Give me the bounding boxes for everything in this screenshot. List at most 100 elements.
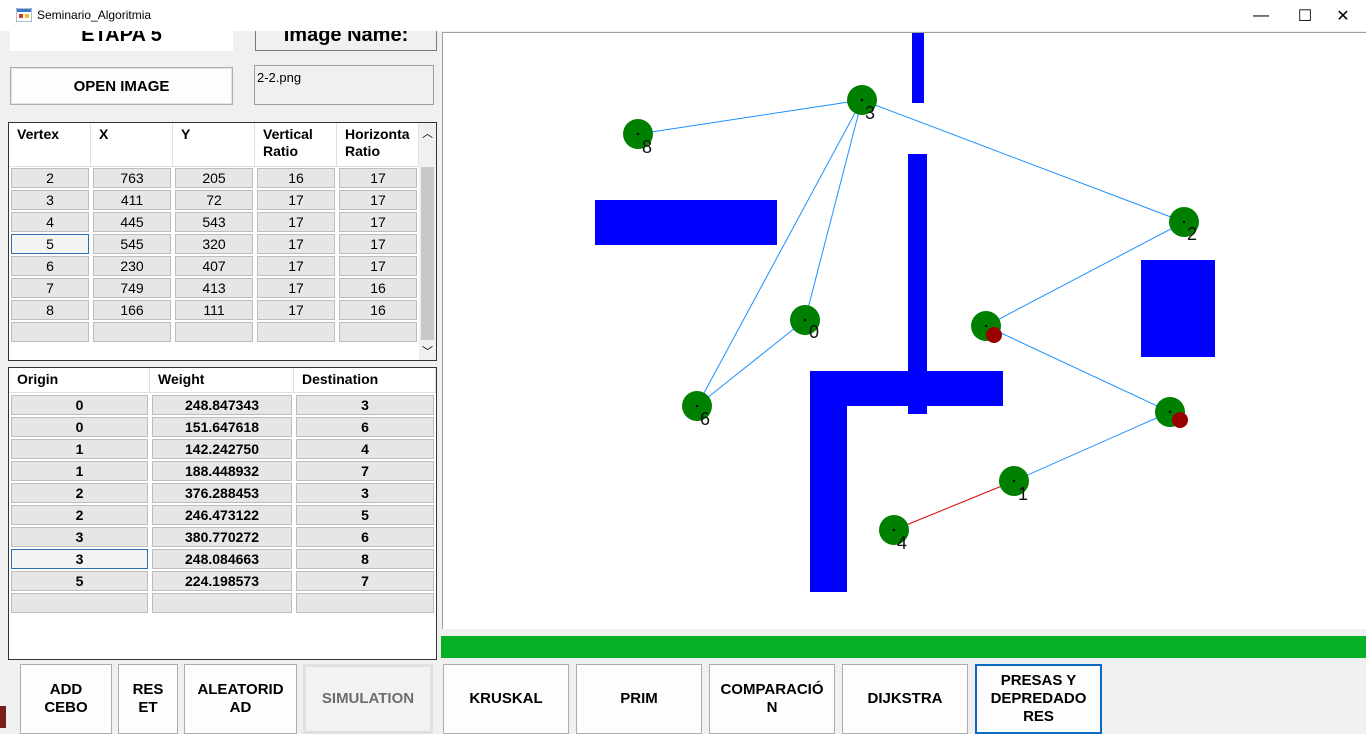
prim-button[interactable]: PRIM — [576, 664, 702, 734]
edge-table[interactable]: Origin Weight Destination 0 248.847343 3 0 151.… — [8, 367, 437, 660]
vertex-table-cell[interactable]: 17 — [257, 278, 335, 298]
edge-table-cell[interactable]: 246.473122 — [152, 505, 292, 525]
vertex-table-cell[interactable]: 17 — [339, 168, 417, 188]
vertex-table-cell[interactable]: 7 — [11, 278, 89, 298]
vertex-table-cell[interactable]: 166 — [93, 300, 171, 320]
dijkstra-button[interactable]: DIJKSTRA — [842, 664, 968, 734]
edge-table-header[interactable]: Weight — [150, 368, 294, 393]
edge-table-cell[interactable]: 6 — [296, 417, 434, 437]
vertex-table-cell[interactable] — [339, 322, 417, 342]
edge-table-header[interactable]: Origin — [9, 368, 150, 393]
edge-table-cell[interactable]: 2 — [11, 505, 148, 525]
graph-canvas[interactable]: 0 1 2 3 4 6 8 — [442, 32, 1366, 629]
reset-button[interactable]: RES ET — [118, 664, 178, 734]
edge-table-cell[interactable]: 5 — [11, 571, 148, 591]
vertex-table-cell[interactable]: 411 — [93, 190, 171, 210]
edge-table-cell[interactable]: 3 — [296, 395, 434, 415]
vertex-table-cell[interactable]: 543 — [175, 212, 253, 232]
edge-table-cell[interactable]: 6 — [296, 527, 434, 547]
vertex-table[interactable]: Vertex X Y Vertical Ratio Horizonta Ratio 2 76… — [8, 122, 437, 361]
edge-table-cell[interactable]: 188.448932 — [152, 461, 292, 481]
edge-table-cell[interactable]: 1 — [11, 439, 148, 459]
node-label: 0 — [809, 322, 819, 342]
edge-table-cell[interactable]: 3 — [11, 527, 148, 547]
vertex-table-cell[interactable] — [93, 322, 171, 342]
kruskal-button[interactable]: KRUSKAL — [443, 664, 569, 734]
vertex-table-cell[interactable]: 320 — [175, 234, 253, 254]
vertex-table-cell[interactable]: 17 — [257, 212, 335, 232]
vertex-table-cell[interactable]: 2 — [11, 168, 89, 188]
vertex-table-cell[interactable]: 407 — [175, 256, 253, 276]
file-name-field[interactable]: 2-2.png — [254, 65, 434, 105]
vertex-table-cell[interactable]: 445 — [93, 212, 171, 232]
presas-depredadores-button[interactable]: PRESAS Y DEPREDADO RES — [975, 664, 1102, 734]
close-button[interactable]: ✕ — [1320, 0, 1366, 31]
edge-table-cell[interactable]: 5 — [296, 505, 434, 525]
edge-table-cell[interactable]: 7 — [296, 461, 434, 481]
edge-table-cell[interactable]: 1 — [11, 461, 148, 481]
vertex-table-cell[interactable]: 17 — [339, 256, 417, 276]
title-bar: Seminario_Algoritmia — ☐ ✕ — [0, 0, 1366, 31]
vertex-table-header[interactable]: Vertex — [9, 123, 91, 167]
vertex-table-cell[interactable]: 545 — [93, 234, 171, 254]
edge-table-cell[interactable]: 0 — [11, 417, 148, 437]
vertex-table-cell[interactable]: 17 — [257, 234, 335, 254]
simulation-button[interactable]: SIMULATION — [303, 664, 433, 734]
vertex-table-cell[interactable]: 763 — [93, 168, 171, 188]
vertex-table-cell[interactable]: 17 — [257, 190, 335, 210]
vertex-table-cell[interactable]: 205 — [175, 168, 253, 188]
vertex-table-cell[interactable]: 16 — [257, 168, 335, 188]
vertex-table-cell[interactable]: 111 — [175, 300, 253, 320]
vertex-table-cell[interactable]: 17 — [339, 234, 417, 254]
vertex-table-cell[interactable]: 16 — [339, 278, 417, 298]
vertex-table-cell[interactable]: 4 — [11, 212, 89, 232]
vertex-table-cell[interactable]: 413 — [175, 278, 253, 298]
vertex-table-header[interactable]: Horizonta Ratio — [337, 123, 419, 167]
vertex-table-cell[interactable] — [175, 322, 253, 342]
scrollbar-thumb[interactable] — [421, 167, 434, 340]
comparacion-button[interactable]: COMPARACIÓ N — [709, 664, 835, 734]
edge-table-cell[interactable]: 380.770272 — [152, 527, 292, 547]
vertex-table-cell[interactable]: 6 — [11, 256, 89, 276]
vertex-table-cell[interactable]: 17 — [339, 212, 417, 232]
edge-table-cell[interactable]: 0 — [11, 395, 148, 415]
vertex-table-cell[interactable]: 17 — [339, 190, 417, 210]
vertex-table-cell[interactable] — [257, 322, 335, 342]
vertex-table-cell[interactable]: 8 — [11, 300, 89, 320]
edge-table-cell[interactable]: 248.084663 — [152, 549, 292, 569]
edge-table-cell[interactable]: 2 — [11, 483, 148, 503]
vertex-table-cell[interactable]: 72 — [175, 190, 253, 210]
scroll-down-icon[interactable]: ﹀ — [422, 343, 433, 359]
edge-table-cell[interactable]: 142.242750 — [152, 439, 292, 459]
edge-table-header[interactable]: Destination — [294, 368, 436, 393]
edge-table-cell[interactable] — [296, 593, 434, 613]
obstacle — [1141, 260, 1215, 357]
edge-table-cell[interactable] — [152, 593, 292, 613]
edge-table-cell[interactable]: 3 — [296, 483, 434, 503]
edge-table-cell[interactable]: 248.847343 — [152, 395, 292, 415]
edge-table-cell[interactable]: 151.647618 — [152, 417, 292, 437]
edge-table-cell[interactable]: 224.198573 — [152, 571, 292, 591]
edge-table-cell[interactable] — [11, 593, 148, 613]
vertex-table-cell[interactable]: 749 — [93, 278, 171, 298]
scroll-up-icon[interactable]: ︿ — [422, 125, 433, 141]
edge-table-cell[interactable]: 3 — [11, 549, 148, 569]
add-cebo-button[interactable]: ADD CEBO — [20, 664, 112, 734]
aleatoridad-button[interactable]: ALEATORID AD — [184, 664, 297, 734]
vertex-table-cell[interactable]: 230 — [93, 256, 171, 276]
edge-table-cell[interactable]: 4 — [296, 439, 434, 459]
open-image-button[interactable]: OPEN IMAGE — [10, 67, 233, 105]
edge-table-cell[interactable]: 7 — [296, 571, 434, 591]
vertex-table-cell[interactable]: 5 — [11, 234, 89, 254]
minimize-button[interactable]: — — [1238, 0, 1284, 31]
edge-table-cell[interactable]: 8 — [296, 549, 434, 569]
vertex-table-header[interactable]: Vertical Ratio — [255, 123, 337, 167]
vertex-table-cell[interactable]: 17 — [257, 256, 335, 276]
vertex-table-header[interactable]: X — [91, 123, 173, 167]
vertex-table-cell[interactable]: 17 — [257, 300, 335, 320]
vertex-table-header[interactable]: Y — [173, 123, 255, 167]
vertex-table-cell[interactable] — [11, 322, 89, 342]
edge-table-cell[interactable]: 376.288453 — [152, 483, 292, 503]
vertex-table-cell[interactable]: 16 — [339, 300, 417, 320]
vertex-table-cell[interactable]: 3 — [11, 190, 89, 210]
